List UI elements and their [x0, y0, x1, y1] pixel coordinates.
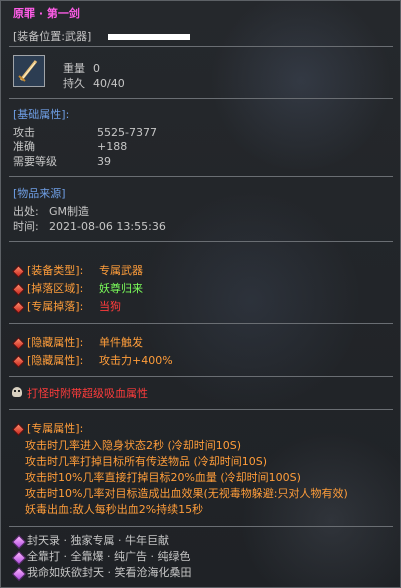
purple-gem-icon [11, 566, 27, 582]
hidden-label: [隐藏属性]: [27, 354, 84, 367]
hidden-value: 攻击力+400% [99, 354, 173, 367]
divider [9, 526, 393, 527]
exclusive-line: 攻击时10%几率直接打掉目标20%血量 (冷却时间100S) [25, 471, 301, 484]
attr-value: +188 [97, 140, 128, 153]
origin-value: GM制造 [49, 205, 90, 218]
tag-label: [掉落区域]: [27, 282, 84, 295]
divider [9, 98, 393, 99]
footer-line: 封天录 · 独家专属 · 牛年巨献 [27, 534, 169, 547]
tag-label: [专属掉落]: [27, 300, 84, 313]
item-tooltip: 原罪 · 第一剑 [装备位置:武器] 重量 0 持久 40/40 [基础属性]:… [0, 0, 401, 588]
source-header: [物品来源] [13, 187, 66, 200]
exclusive-line: 妖毒出血:敌人每秒出血2%持续15秒 [25, 503, 204, 516]
gem-bullet-icon [12, 355, 25, 368]
gem-bullet-icon [12, 301, 25, 314]
weight-value: 0 [93, 62, 100, 75]
gem-bullet-icon [12, 337, 25, 350]
tag-label: [装备类型]: [27, 264, 84, 277]
attr-label: 需要等级 [13, 155, 57, 168]
divider [9, 409, 393, 410]
gem-bullet-icon [12, 265, 25, 278]
tag-value: 专属武器 [99, 264, 143, 277]
durability-label: 持久 [63, 77, 85, 90]
hidden-value: 单件触发 [99, 336, 143, 349]
gem-bullet-icon [12, 283, 25, 296]
attr-label: 攻击 [13, 126, 35, 139]
skull-icon [12, 387, 22, 397]
time-label: 时间: [13, 220, 39, 233]
tag-value: 妖尊归来 [99, 282, 143, 295]
base-attrs-header: [基础属性]: [13, 108, 70, 121]
divider [9, 46, 393, 47]
divider [9, 241, 393, 242]
footer-line: 全靠打 · 全靠爆 · 纯广告 · 纯绿色 [27, 550, 191, 563]
divider [9, 376, 393, 377]
weight-label: 重量 [63, 62, 85, 75]
divider [9, 176, 393, 177]
footer-line: 我命如妖欲封天 · 笑看沧海化桑田 [27, 566, 192, 579]
item-name: 原罪 · 第一剑 [13, 7, 80, 20]
equip-slot: [装备位置:武器] [13, 30, 92, 43]
gem-bullet-icon [12, 423, 25, 436]
attr-value: 5525-7377 [97, 126, 157, 139]
exclusive-header: [专属属性]: [27, 422, 84, 435]
divider [9, 323, 393, 324]
attr-value: 39 [97, 155, 111, 168]
attr-label: 准确 [13, 140, 35, 153]
purple-gem-icon [11, 534, 27, 550]
redacted-bar [108, 34, 190, 40]
weapon-icon [13, 55, 45, 87]
tag-value: 当狗 [99, 300, 121, 313]
hidden-label: [隐藏属性]: [27, 336, 84, 349]
time-value: 2021-08-06 13:55:36 [49, 220, 166, 233]
exclusive-line: 攻击时10%几率对目标造成出血效果(无视毒物躲避:只对人物有效) [25, 487, 348, 500]
exclusive-line: 攻击时几率进入隐身状态2秒 (冷却时间10S) [25, 439, 242, 452]
origin-label: 出处: [13, 205, 39, 218]
purple-gem-icon [11, 550, 27, 566]
durability-value: 40/40 [93, 77, 125, 90]
exclusive-line: 攻击时几率打掉目标所有传送物品 (冷却时间10S) [25, 455, 268, 468]
vampire-note: 打怪时附带超级吸血属性 [27, 387, 148, 400]
